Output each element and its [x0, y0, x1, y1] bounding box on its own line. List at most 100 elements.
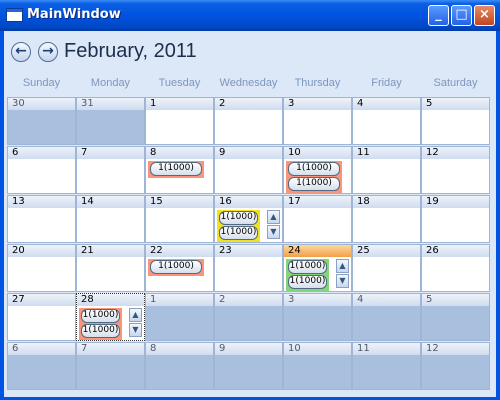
day-cell[interactable]: 11	[352, 342, 421, 390]
day-cell[interactable]: 1	[145, 97, 214, 145]
day-number: 20	[12, 245, 25, 256]
day-cell[interactable]: 27	[7, 293, 76, 341]
day-number: 26	[426, 245, 439, 256]
day-number: 4	[357, 98, 364, 109]
day-cell[interactable]: 4	[352, 293, 421, 341]
day-number: 22	[150, 245, 163, 256]
day-number: 11	[357, 147, 370, 158]
day-cell[interactable]: 17	[283, 195, 352, 243]
day-cell[interactable]: 16 1(1000) 1(1000) ▲ ▼	[214, 195, 283, 243]
minimize-button[interactable]: _	[428, 5, 449, 26]
day-number: 7	[81, 343, 88, 354]
main-window: MainWindow _ □ × ← → February, 2011 Sund…	[0, 0, 500, 400]
day-cell[interactable]: 15	[145, 195, 214, 243]
day-number: 2	[219, 294, 226, 305]
scroll-down-button[interactable]: ▼	[129, 323, 142, 337]
day-cell[interactable]: 14	[76, 195, 145, 243]
month-title: February, 2011	[64, 40, 197, 62]
day-cell[interactable]: 1	[145, 293, 214, 341]
day-cell[interactable]: 22 1(1000)	[145, 244, 214, 292]
chevron-up-icon: ▲	[339, 261, 346, 270]
appointment-item[interactable]: 1(1000)	[288, 275, 327, 289]
chevron-up-icon: ▲	[270, 212, 277, 221]
day-number: 1	[150, 294, 157, 305]
day-cell[interactable]: 18	[352, 195, 421, 243]
chevron-up-icon: ▲	[132, 310, 139, 319]
day-number: 12	[426, 343, 439, 354]
day-cell[interactable]: 25	[352, 244, 421, 292]
scroll-up-button[interactable]: ▲	[336, 259, 349, 273]
day-number: 15	[150, 196, 163, 207]
appointment-item[interactable]: 1(1000)	[288, 260, 327, 274]
day-number: 1	[150, 98, 157, 109]
day-cell[interactable]: 23	[214, 244, 283, 292]
day-cell[interactable]: 8	[145, 342, 214, 390]
appointment-scroller: ▲ ▼	[336, 259, 349, 289]
scroll-up-button[interactable]: ▲	[267, 210, 280, 224]
day-cell[interactable]: 5	[421, 97, 490, 145]
appointment-item[interactable]: 1(1000)	[81, 309, 120, 323]
next-month-button[interactable]: →	[38, 42, 58, 62]
day-cell[interactable]: 2	[214, 97, 283, 145]
day-cell[interactable]: 7	[76, 342, 145, 390]
day-number: 8	[150, 343, 157, 354]
day-header-thursday: Thursday	[294, 77, 341, 89]
day-number: 7	[81, 147, 88, 158]
day-number: 28	[81, 294, 94, 305]
day-number: 6	[12, 147, 19, 158]
day-cell-focused[interactable]: 28 1(1000) 1(1000) ▲ ▼	[76, 293, 145, 341]
day-cell[interactable]: 9	[214, 146, 283, 194]
day-number: 11	[357, 343, 370, 354]
day-cell[interactable]: 20	[7, 244, 76, 292]
arrow-right-icon: →	[42, 43, 54, 59]
day-cell[interactable]: 21	[76, 244, 145, 292]
day-cell[interactable]: 19	[421, 195, 490, 243]
day-cell[interactable]: 3	[283, 293, 352, 341]
close-button[interactable]: ×	[474, 5, 495, 26]
maximize-button[interactable]: □	[451, 5, 472, 26]
appointment-item[interactable]: 1(1000)	[219, 211, 258, 225]
appointment-item[interactable]: 1(1000)	[219, 226, 258, 240]
day-cell[interactable]: 6	[7, 342, 76, 390]
appointment-group: 1(1000) 1(1000)	[286, 161, 342, 193]
day-cell[interactable]: 9	[214, 342, 283, 390]
day-number: 6	[12, 343, 19, 354]
appointment-item[interactable]: 1(1000)	[288, 162, 340, 176]
day-cell[interactable]: 31	[76, 97, 145, 145]
appointment-item[interactable]: 1(1000)	[81, 324, 120, 338]
day-cell[interactable]: 10 1(1000) 1(1000)	[283, 146, 352, 194]
day-number: 10	[288, 343, 301, 354]
day-cell[interactable]: 10	[283, 342, 352, 390]
day-cell[interactable]: 3	[283, 97, 352, 145]
scroll-up-button[interactable]: ▲	[129, 308, 142, 322]
day-cell[interactable]: 11	[352, 146, 421, 194]
day-number: 17	[288, 196, 301, 207]
day-cell[interactable]: 2	[214, 293, 283, 341]
day-cell[interactable]: 8 1(1000)	[145, 146, 214, 194]
prev-month-button[interactable]: ←	[11, 42, 31, 62]
day-number: 30	[12, 98, 25, 109]
window-icon	[6, 8, 23, 22]
appointment-group: 1(1000) 1(1000)	[286, 259, 329, 291]
appointment-item[interactable]: 1(1000)	[150, 260, 202, 274]
chevron-down-icon: ▼	[132, 325, 139, 334]
day-cell[interactable]: 6	[7, 146, 76, 194]
day-cell[interactable]: 13	[7, 195, 76, 243]
day-cell[interactable]: 26	[421, 244, 490, 292]
day-cell[interactable]: 4	[352, 97, 421, 145]
scroll-down-button[interactable]: ▼	[267, 225, 280, 239]
day-cell[interactable]: 7	[76, 146, 145, 194]
day-cell[interactable]: 5	[421, 293, 490, 341]
appointment-group: 1(1000)	[148, 161, 204, 178]
day-cell[interactable]: 30	[7, 97, 76, 145]
appointment-item[interactable]: 1(1000)	[288, 177, 340, 191]
day-number: 12	[426, 147, 439, 158]
day-number: 24	[288, 245, 301, 256]
day-cell[interactable]: 12	[421, 146, 490, 194]
today-cell[interactable]: 24 1(1000) 1(1000) ▲ ▼	[283, 244, 352, 292]
appointment-item[interactable]: 1(1000)	[150, 162, 202, 176]
scroll-down-button[interactable]: ▼	[336, 274, 349, 288]
day-cell[interactable]: 12	[421, 342, 490, 390]
title-bar[interactable]: MainWindow _ □ ×	[0, 0, 500, 31]
day-number: 14	[81, 196, 94, 207]
